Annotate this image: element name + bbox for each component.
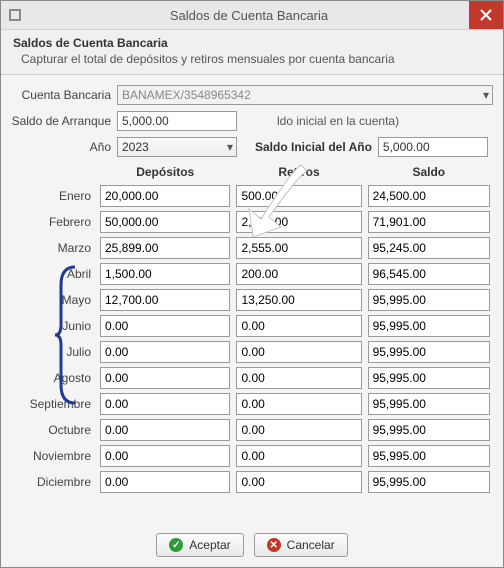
- retiro-input[interactable]: [236, 263, 361, 285]
- retiro-input[interactable]: [236, 367, 361, 389]
- table-row: Septiembre: [11, 391, 493, 417]
- cuenta-select[interactable]: [117, 85, 493, 105]
- header-title: Saldos de Cuenta Bancaria: [13, 36, 493, 50]
- header-subtitle: Capturar el total de depósitos y retiros…: [13, 50, 493, 66]
- month-label: Marzo: [11, 235, 97, 261]
- deposito-input[interactable]: [100, 237, 230, 259]
- window-title: Saldos de Cuenta Bancaria: [29, 8, 469, 23]
- saldo-input[interactable]: [368, 341, 490, 363]
- label-saldo-inicial-ano: Saldo Inicial del Año: [255, 140, 372, 154]
- saldo-input[interactable]: [368, 237, 490, 259]
- col-saldo: Saldo: [365, 161, 493, 183]
- deposito-input[interactable]: [100, 289, 230, 311]
- saldo-arranque-hint: ldo inicial en la cuenta): [277, 114, 399, 128]
- table-row: Enero: [11, 183, 493, 209]
- deposito-input[interactable]: [100, 471, 230, 493]
- saldo-input[interactable]: [368, 289, 490, 311]
- deposito-input[interactable]: [100, 315, 230, 337]
- close-button[interactable]: [469, 1, 503, 29]
- retiro-input[interactable]: [236, 419, 361, 441]
- deposito-input[interactable]: [100, 341, 230, 363]
- saldo-input[interactable]: [368, 367, 490, 389]
- saldo-input[interactable]: [368, 419, 490, 441]
- deposito-input[interactable]: [100, 419, 230, 441]
- retiro-input[interactable]: [236, 393, 361, 415]
- retiro-input[interactable]: [236, 445, 361, 467]
- label-ano: Año: [11, 140, 117, 154]
- month-label: Abril: [11, 261, 97, 287]
- sysmenu-icon[interactable]: [1, 8, 29, 22]
- saldo-input[interactable]: [368, 471, 490, 493]
- table-row: Mayo: [11, 287, 493, 313]
- saldo-input[interactable]: [368, 185, 490, 207]
- deposito-input[interactable]: [100, 211, 230, 233]
- table-row: Diciembre: [11, 469, 493, 495]
- footer: ✓ Aceptar ✕ Cancelar: [1, 525, 503, 567]
- label-saldo-arranque: Saldo de Arranque: [11, 114, 117, 128]
- saldo-input[interactable]: [368, 263, 490, 285]
- close-icon: [480, 9, 492, 21]
- month-label: Agosto: [11, 365, 97, 391]
- retiro-input[interactable]: [236, 185, 361, 207]
- header-panel: Saldos de Cuenta Bancaria Capturar el to…: [1, 30, 503, 75]
- table-row: Junio: [11, 313, 493, 339]
- row-ano: Año ▾ Saldo Inicial del Año: [11, 137, 493, 157]
- label-cuenta: Cuenta Bancaria: [11, 88, 117, 102]
- cancel-label: Cancelar: [287, 538, 335, 552]
- ano-select[interactable]: [117, 137, 237, 157]
- month-label: Diciembre: [11, 469, 97, 495]
- deposito-input[interactable]: [100, 367, 230, 389]
- retiro-input[interactable]: [236, 341, 361, 363]
- table-row: Abril: [11, 261, 493, 287]
- deposito-input[interactable]: [100, 393, 230, 415]
- table-row: Febrero: [11, 209, 493, 235]
- col-retiros: Retiros: [233, 161, 364, 183]
- cancel-button[interactable]: ✕ Cancelar: [254, 533, 348, 557]
- retiro-input[interactable]: [236, 237, 361, 259]
- table-row: Marzo: [11, 235, 493, 261]
- cancel-icon: ✕: [267, 538, 281, 552]
- retiro-input[interactable]: [236, 211, 361, 233]
- row-saldo-arranque: Saldo de Arranque ldo inicial en la cuen…: [11, 111, 493, 131]
- dialog-window: Saldos de Cuenta Bancaria Saldos de Cuen…: [0, 0, 504, 568]
- accept-label: Aceptar: [189, 538, 230, 552]
- month-label: Octubre: [11, 417, 97, 443]
- month-label: Noviembre: [11, 443, 97, 469]
- month-label: Mayo: [11, 287, 97, 313]
- month-label: Junio: [11, 313, 97, 339]
- deposito-input[interactable]: [100, 263, 230, 285]
- saldo-input[interactable]: [368, 211, 490, 233]
- check-icon: ✓: [169, 538, 183, 552]
- body-panel: Cuenta Bancaria ▾ Saldo de Arranque ldo …: [1, 75, 503, 525]
- col-depositos: Depósitos: [97, 161, 233, 183]
- months-table: Depósitos Retiros Saldo EneroFebreroMarz…: [11, 161, 493, 495]
- saldo-inicial-ano-input[interactable]: [378, 137, 488, 157]
- saldo-input[interactable]: [368, 393, 490, 415]
- row-cuenta: Cuenta Bancaria ▾: [11, 85, 493, 105]
- month-label: Septiembre: [11, 391, 97, 417]
- retiro-input[interactable]: [236, 289, 361, 311]
- table-row: Octubre: [11, 417, 493, 443]
- table-row: Agosto: [11, 365, 493, 391]
- deposito-input[interactable]: [100, 445, 230, 467]
- month-label: Enero: [11, 183, 97, 209]
- saldo-input[interactable]: [368, 445, 490, 467]
- table-row: Noviembre: [11, 443, 493, 469]
- month-label: Julio: [11, 339, 97, 365]
- retiro-input[interactable]: [236, 315, 361, 337]
- saldo-arranque-input[interactable]: [117, 111, 237, 131]
- deposito-input[interactable]: [100, 185, 230, 207]
- table-row: Julio: [11, 339, 493, 365]
- titlebar: Saldos de Cuenta Bancaria: [1, 1, 503, 30]
- saldo-input[interactable]: [368, 315, 490, 337]
- month-label: Febrero: [11, 209, 97, 235]
- retiro-input[interactable]: [236, 471, 361, 493]
- accept-button[interactable]: ✓ Aceptar: [156, 533, 243, 557]
